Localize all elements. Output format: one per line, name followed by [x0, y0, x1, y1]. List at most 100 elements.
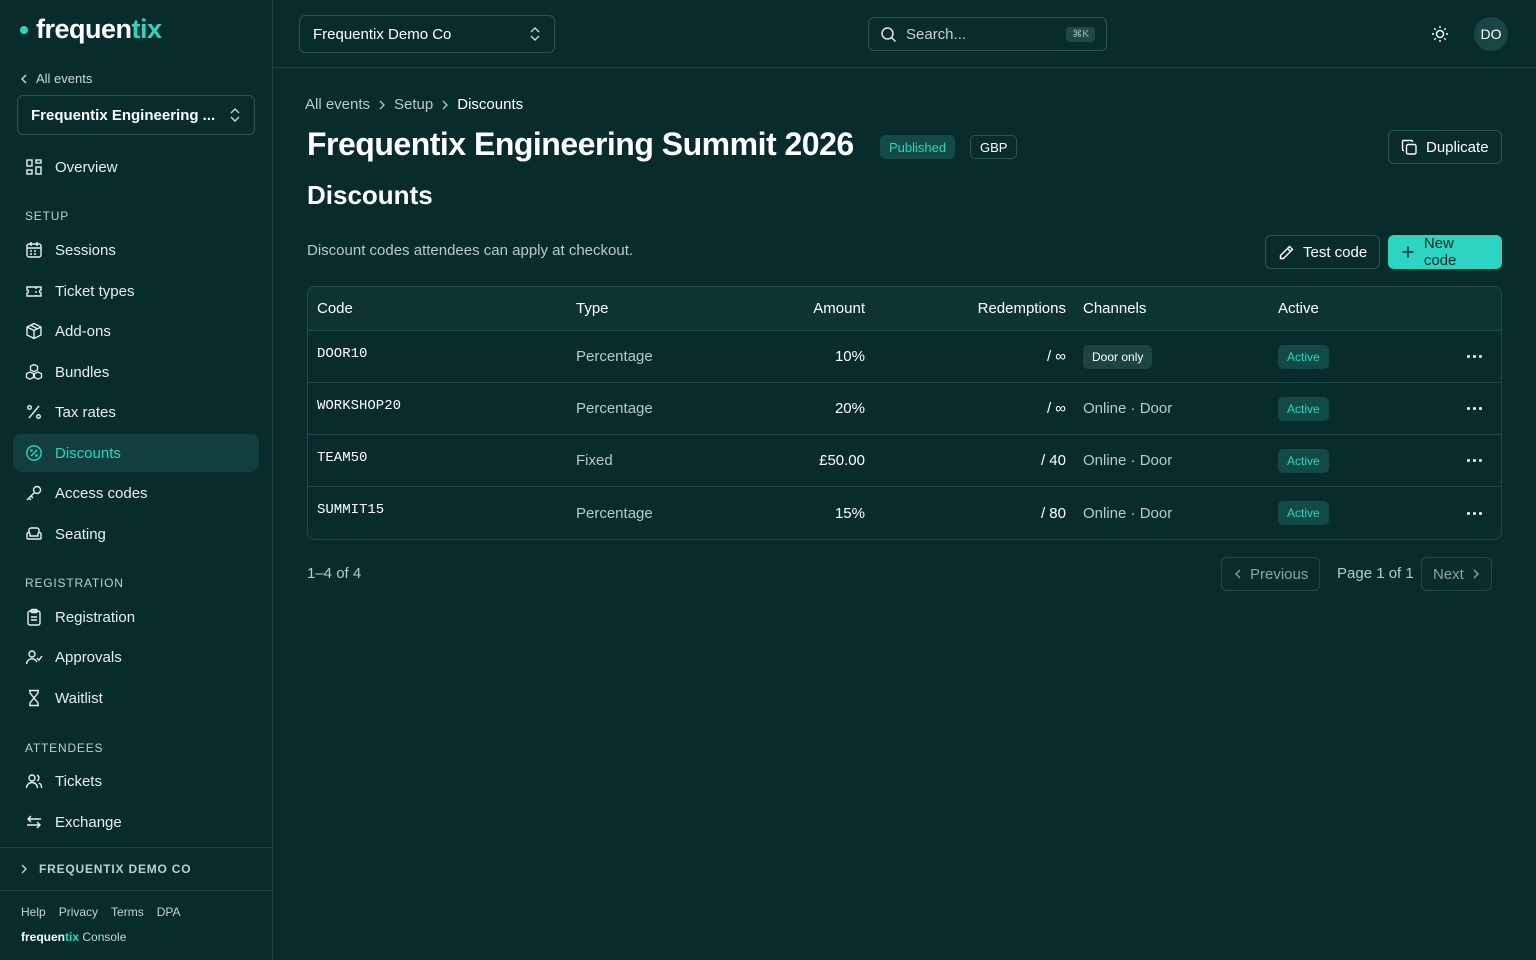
back-to-events-link[interactable]: All events	[20, 71, 92, 86]
active-badge: Active	[1278, 396, 1329, 421]
row-actions-button[interactable]	[1467, 487, 1482, 539]
channels-cell: Online · Door	[1083, 504, 1173, 522]
more-horizontal-icon	[1467, 355, 1482, 358]
channels-cell: Online · Door	[1083, 400, 1173, 417]
logo-text-main: frequen	[36, 14, 132, 44]
code-cell: DOOR10	[317, 345, 368, 362]
column-header-channels[interactable]: Channels	[1083, 287, 1146, 330]
row-actions-button[interactable]	[1467, 331, 1482, 382]
channels-cell: Door only	[1083, 331, 1153, 382]
sidebar-item-tickets[interactable]: Tickets	[13, 762, 259, 800]
table-row[interactable]: DOOR10 Percentage 10% / ∞ Door only Acti…	[308, 331, 1501, 383]
footer-links: Help Privacy Terms DPA	[21, 905, 181, 919]
sidebar-section-setup: SETUP	[25, 209, 70, 223]
sidebar-item-tax-rates[interactable]: Tax rates	[13, 393, 259, 431]
type-cell: Percentage	[576, 348, 653, 365]
row-actions-button[interactable]	[1467, 435, 1482, 486]
active-badge: Active	[1278, 501, 1329, 525]
row-actions-button[interactable]	[1467, 383, 1482, 434]
next-page-button[interactable]: Next	[1421, 557, 1492, 591]
sidebar-item-label: Registration	[55, 608, 136, 626]
footer-link-privacy[interactable]: Privacy	[59, 905, 98, 919]
sidebar-item-add-ons[interactable]: Add-ons	[13, 312, 259, 350]
sidebar-item-label: Bundles	[55, 363, 110, 381]
redemptions-cell: / ∞	[1046, 348, 1066, 365]
breadcrumb-setup[interactable]: Setup	[394, 96, 433, 113]
footer-link-terms[interactable]: Terms	[111, 905, 144, 919]
package-icon	[26, 322, 42, 340]
breadcrumb-all-events[interactable]: All events	[305, 96, 370, 113]
breadcrumb: All events Setup Discounts	[305, 96, 523, 113]
column-header-code[interactable]: Code	[317, 287, 353, 330]
table-row[interactable]: SUMMIT15 Percentage 15% / 80 Online · Do…	[308, 487, 1501, 539]
dashboard-icon	[26, 159, 42, 175]
search-input[interactable]: Search... ⌘K	[868, 17, 1107, 51]
user-avatar[interactable]: DO	[1474, 17, 1508, 51]
active-badge: Active	[1278, 344, 1329, 369]
chevron-right-icon	[1473, 569, 1479, 579]
sidebar-item-waitlist[interactable]: Waitlist	[13, 679, 259, 717]
new-code-button[interactable]: New code	[1388, 235, 1502, 269]
sidebar-item-sessions[interactable]: Sessions	[13, 231, 259, 269]
active-cell: Active	[1278, 383, 1329, 434]
sidebar-item-overview[interactable]: Overview	[13, 148, 259, 186]
event-select[interactable]: Frequentix Engineering ...	[17, 95, 255, 135]
sidebar-item-label: Ticket types	[55, 282, 135, 300]
amount-cell: 20%	[834, 400, 865, 417]
sidebar-section-attendees: ATTENDEES	[25, 741, 104, 755]
table-row[interactable]: TEAM50 Fixed £50.00 / 40 Online · Door A…	[308, 435, 1501, 487]
page-indicator: Page 1 of 1	[1337, 565, 1414, 582]
organization-select[interactable]: Frequentix Demo Co	[299, 15, 555, 53]
sidebar-item-label: Add-ons	[55, 322, 111, 340]
sidebar-item-label: Overview	[55, 158, 118, 176]
org-switcher[interactable]: FREQUENTIX DEMO CO	[0, 847, 272, 891]
column-header-redemptions[interactable]: Redemptions	[916, 287, 1066, 330]
active-badge: Active	[1278, 448, 1329, 473]
footer-brand-accent: tix	[65, 930, 80, 944]
more-horizontal-icon	[1467, 459, 1482, 462]
plus-icon	[1402, 246, 1414, 258]
column-header-amount[interactable]: Amount	[765, 287, 865, 330]
sidebar-item-seating[interactable]: Seating	[13, 515, 259, 553]
sidebar-item-label: Exchange	[55, 813, 122, 831]
back-link-label: All events	[36, 71, 93, 86]
new-code-button-label: New code	[1423, 235, 1457, 269]
logo-text: frequentix	[36, 14, 162, 45]
duplicate-button-label: Duplicate	[1426, 138, 1489, 156]
sidebar: frequentix All events Frequentix Enginee…	[0, 0, 273, 960]
code-cell: SUMMIT15	[317, 502, 385, 518]
sidebar-item-bundles[interactable]: Bundles	[13, 353, 259, 391]
hourglass-icon	[29, 689, 39, 707]
column-header-type[interactable]: Type	[576, 287, 609, 330]
type-cell: Percentage	[576, 400, 653, 417]
test-code-button[interactable]: Test code	[1265, 235, 1381, 269]
previous-page-button[interactable]: Previous	[1221, 557, 1321, 591]
sidebar-item-approvals[interactable]: Approvals	[13, 638, 259, 676]
sidebar-item-label: Tax rates	[55, 403, 116, 421]
calendar-icon	[26, 242, 42, 258]
chevron-left-icon	[21, 74, 27, 83]
active-cell: Active	[1278, 487, 1329, 539]
footer-link-help[interactable]: Help	[21, 905, 46, 919]
channel-badge: Door only	[1083, 344, 1153, 369]
next-page-label: Next	[1433, 565, 1464, 583]
column-header-active[interactable]: Active	[1278, 287, 1319, 330]
sidebar-item-label: Waitlist	[55, 689, 103, 707]
duplicate-button[interactable]: Duplicate	[1388, 130, 1502, 164]
logo-dot	[20, 25, 28, 34]
ticket-icon	[26, 286, 42, 297]
amount-cell: £50.00	[819, 452, 865, 469]
sidebar-item-registration[interactable]: Registration	[13, 598, 259, 636]
event-select-value: Frequentix Engineering ...	[31, 106, 216, 124]
sidebar-item-ticket-types[interactable]: Ticket types	[13, 272, 259, 310]
sidebar-item-access-codes[interactable]: Access codes	[13, 474, 259, 512]
brand-logo[interactable]: frequentix	[20, 14, 162, 45]
sidebar-item-exchange[interactable]: Exchange	[13, 803, 259, 841]
table-row[interactable]: WORKSHOP20 Percentage 20% / ∞ Online · D…	[308, 383, 1501, 435]
sidebar-item-label: Seating	[55, 525, 106, 543]
footer-link-dpa[interactable]: DPA	[157, 905, 181, 919]
test-code-button-label: Test code	[1303, 243, 1368, 261]
sidebar-item-discounts[interactable]: Discounts	[13, 434, 259, 472]
section-title: Discounts	[307, 180, 433, 210]
theme-toggle-button[interactable]	[1430, 24, 1450, 44]
